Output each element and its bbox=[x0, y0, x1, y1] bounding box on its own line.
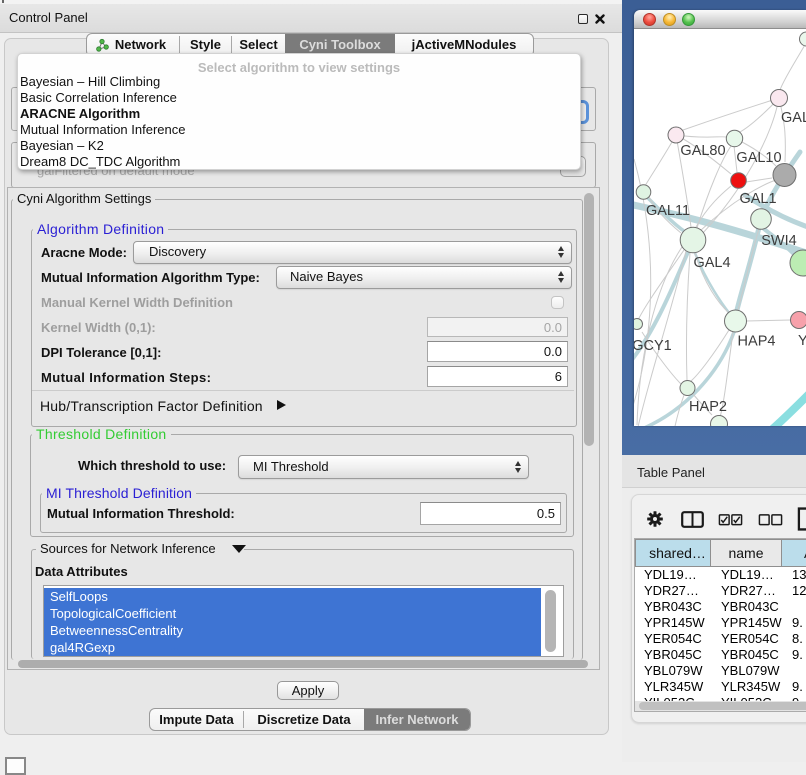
svg-text:GAL10: GAL10 bbox=[736, 150, 781, 166]
svg-text:GAL80: GAL80 bbox=[680, 143, 725, 159]
svg-text:GAL4: GAL4 bbox=[693, 255, 730, 271]
svg-text:SWI4: SWI4 bbox=[761, 233, 796, 249]
svg-text:HAP4: HAP4 bbox=[738, 334, 776, 350]
svg-text:GAL1: GAL1 bbox=[739, 191, 776, 207]
svg-text:GAL7: GAL7 bbox=[781, 110, 806, 126]
svg-text:Y: Y bbox=[798, 333, 806, 349]
svg-text:GCY1: GCY1 bbox=[634, 338, 672, 354]
svg-text:HAP2: HAP2 bbox=[689, 399, 727, 415]
svg-text:GAL11: GAL11 bbox=[646, 203, 690, 219]
